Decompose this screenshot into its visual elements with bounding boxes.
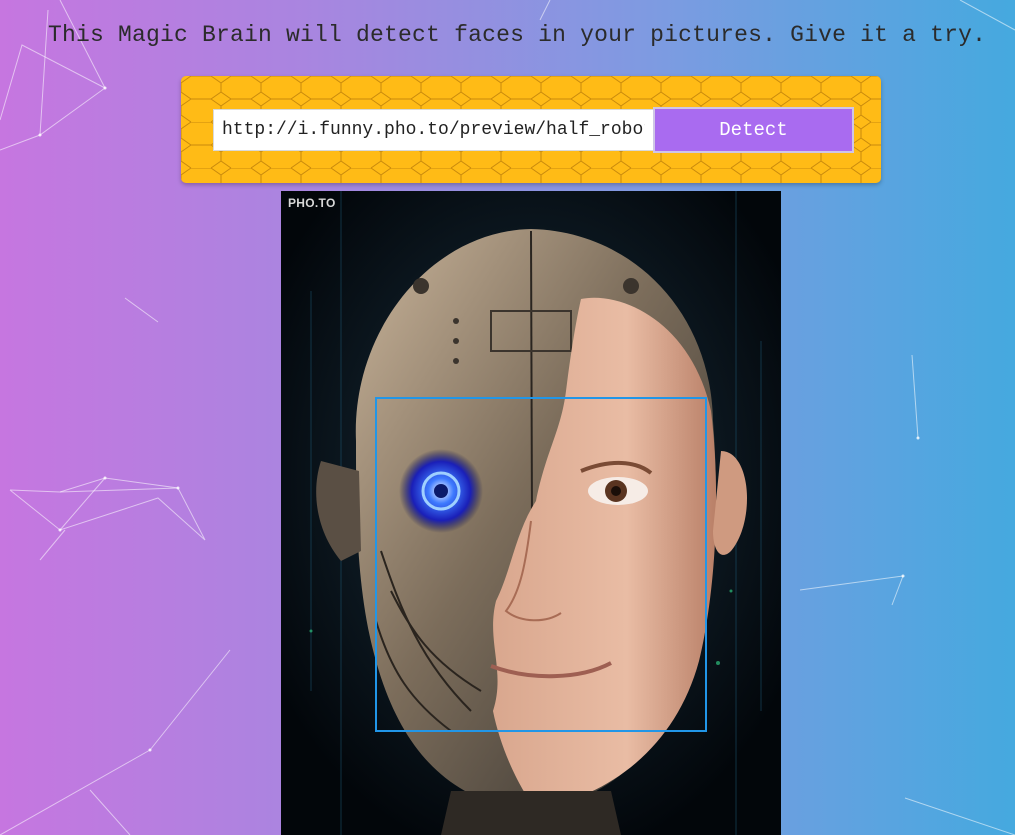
page-tagline: This Magic Brain will detect faces in yo… (48, 22, 987, 48)
image-url-input[interactable] (213, 109, 654, 151)
url-form-panel: Detect (181, 76, 881, 183)
uploaded-photo: PHO.TO (281, 191, 781, 835)
detect-button[interactable]: Detect (653, 107, 854, 153)
pho-to-watermark: PHO.TO (288, 196, 336, 210)
detected-face-box (375, 397, 707, 732)
